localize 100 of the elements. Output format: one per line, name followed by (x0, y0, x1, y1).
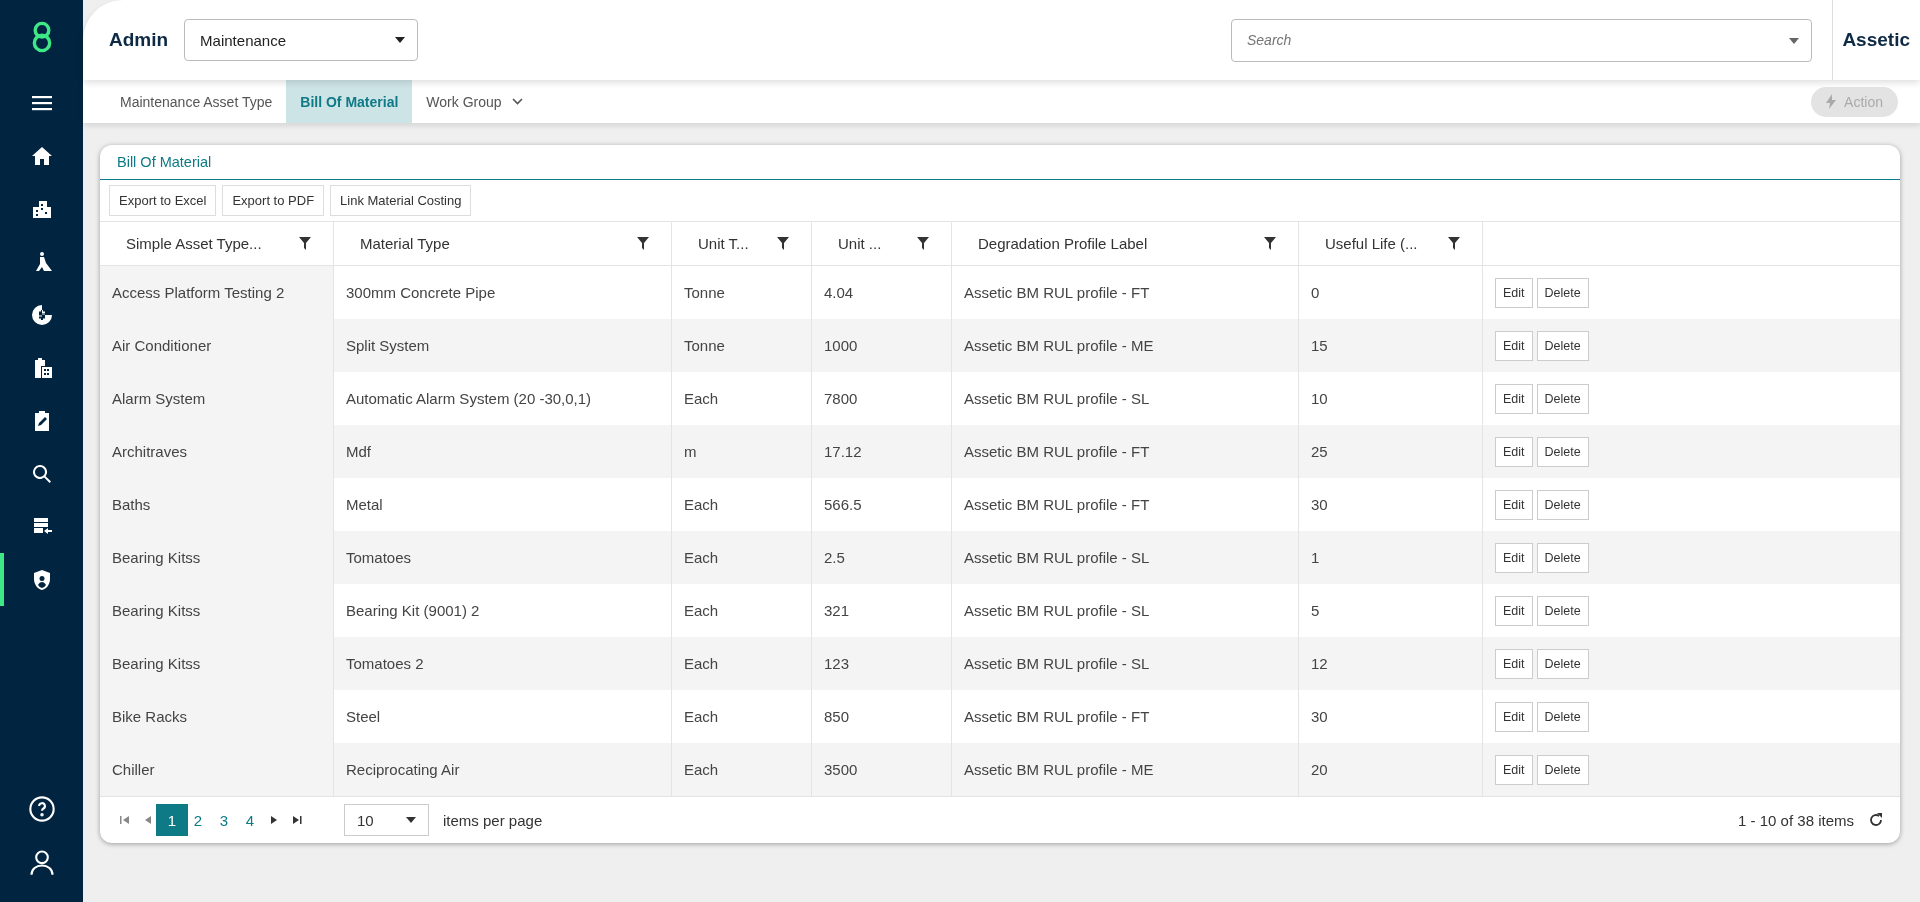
search-field[interactable]: Search (1231, 18, 1812, 62)
table-cell: 7800 (824, 390, 858, 407)
table-cell: Assetic BM RUL profile - FT (964, 443, 1150, 460)
row-action-button[interactable]: Delete (1536, 595, 1589, 626)
help-icon (27, 794, 56, 823)
row-action-button[interactable]: Edit (1495, 489, 1533, 520)
row-action-button[interactable]: Delete (1536, 701, 1589, 732)
table-cell: 123 (824, 655, 850, 672)
table-cell: Assetic BM RUL profile - SL (964, 390, 1150, 407)
table-cell: 30 (1311, 496, 1328, 513)
toolbar-button[interactable]: Link Material Costing (330, 185, 472, 216)
table-cell: Each (684, 496, 719, 513)
row-action-button[interactable]: Edit (1495, 595, 1533, 626)
pager-summary: 1 - 10 of 38 items (1738, 811, 1854, 829)
table-cell: Assetic BM RUL profile - ME (964, 337, 1154, 354)
row-action-button[interactable]: Edit (1495, 330, 1533, 361)
tab[interactable]: Bill Of Material (286, 80, 413, 123)
row-action-button[interactable]: Edit (1495, 277, 1533, 308)
table-cell: Bearing Kit (9001) 2 (346, 602, 480, 619)
column-header[interactable]: Unit T... (672, 222, 812, 265)
table-cell: 30 (1311, 708, 1328, 725)
table-cell: Assetic BM RUL profile - FT (964, 496, 1150, 513)
page-size-dropdown[interactable]: 10 (344, 804, 429, 836)
table-cell: 12 (1311, 655, 1328, 672)
table-cell: Each (684, 390, 719, 407)
row-action-button[interactable]: Delete (1536, 489, 1589, 520)
table-cell: Assetic BM RUL profile - FT (964, 284, 1150, 301)
filter-icon[interactable] (637, 237, 649, 250)
row-action-button[interactable]: Edit (1495, 383, 1533, 414)
table-cell: 321 (824, 602, 850, 619)
table-cell: Alarm System (112, 390, 206, 407)
row-action-button[interactable]: Delete (1536, 542, 1589, 573)
refresh-icon[interactable] (1868, 812, 1884, 828)
tab[interactable]: Work Group (412, 80, 537, 123)
table-cell: Access Platform Testing 2 (112, 284, 285, 301)
table-cell: 1000 (824, 337, 858, 354)
table-cell: Baths (112, 496, 151, 513)
next-page-icon[interactable] (270, 816, 278, 824)
table-cell: Each (684, 708, 719, 725)
table-cell: Architraves (112, 443, 188, 460)
table-cell: Each (684, 602, 719, 619)
column-header[interactable]: Material Type (334, 222, 672, 265)
row-action-button[interactable]: Edit (1495, 754, 1533, 785)
table-cell: Steel (346, 708, 381, 725)
table-cell: Tomatoes (346, 549, 412, 566)
filter-icon[interactable] (1264, 237, 1276, 250)
table-cell: Bearing Kitss (112, 549, 201, 566)
table-cell: 5 (1311, 602, 1320, 619)
row-action-button[interactable]: Delete (1536, 436, 1589, 467)
brand-name: Assetic (1842, 29, 1910, 51)
table-cell: Metal (346, 496, 383, 513)
table-cell: Assetic BM RUL profile - SL (964, 602, 1150, 619)
column-header[interactable]: Unit ... (812, 222, 952, 265)
table-cell: Chiller (112, 761, 155, 778)
row-action-button[interactable]: Delete (1536, 648, 1589, 679)
table-cell: Each (684, 549, 719, 566)
table-cell: 300mm Concrete Pipe (346, 284, 496, 301)
table-cell: Tomatoes 2 (346, 655, 424, 672)
table-cell: Bearing Kitss (112, 655, 201, 672)
table-cell: 1 (1311, 549, 1320, 566)
caret-icon (1789, 37, 1799, 44)
page-title: Admin (109, 29, 169, 51)
page-button[interactable]: 1 (156, 804, 188, 836)
table-cell: Automatic Alarm System (20 -30,0,1) (346, 390, 592, 407)
filter-icon[interactable] (917, 237, 929, 250)
table-cell: Assetic BM RUL profile - FT (964, 708, 1150, 725)
table-cell: 850 (824, 708, 850, 725)
table-cell: Split System (346, 337, 430, 354)
tab[interactable]: Maintenance Asset Type (106, 80, 287, 123)
page-size-label: items per page (443, 811, 543, 829)
column-header[interactable]: Simple Asset Type... (100, 222, 334, 265)
row-action-button[interactable]: Edit (1495, 542, 1533, 573)
table-cell: 25 (1311, 443, 1328, 460)
table-cell: Tonne (684, 284, 725, 301)
row-action-button[interactable]: Delete (1536, 277, 1589, 308)
toolbar-button[interactable]: Export to PDF (222, 185, 325, 216)
last-page-icon[interactable] (292, 816, 302, 824)
table-cell: 10 (1311, 390, 1328, 407)
table-cell: Mdf (346, 443, 371, 460)
toolbar-button[interactable]: Export to Excel (109, 185, 217, 216)
filter-icon[interactable] (1448, 237, 1460, 250)
row-action-button[interactable]: Delete (1536, 754, 1589, 785)
table-cell: 4.04 (824, 284, 854, 301)
table-cell: 3500 (824, 761, 858, 778)
previous-page-icon[interactable] (144, 816, 152, 824)
first-page-icon[interactable] (120, 816, 130, 824)
column-header[interactable]: Useful Life (... (1299, 222, 1483, 265)
filter-icon[interactable] (299, 237, 311, 250)
table-cell: Bike Racks (112, 708, 188, 725)
row-action-button[interactable]: Edit (1495, 436, 1533, 467)
row-action-button[interactable]: Delete (1536, 383, 1589, 414)
table-cell: Assetic BM RUL profile - SL (964, 655, 1150, 672)
row-action-button[interactable]: Edit (1495, 648, 1533, 679)
column-header[interactable]: Degradation Profile Label (952, 222, 1299, 265)
filter-icon[interactable] (777, 237, 789, 250)
module-dropdown[interactable]: Maintenance (184, 19, 419, 61)
caret-icon (406, 817, 416, 823)
table-cell: Air Conditioner (112, 337, 212, 354)
row-action-button[interactable]: Edit (1495, 701, 1533, 732)
row-action-button[interactable]: Delete (1536, 330, 1589, 361)
